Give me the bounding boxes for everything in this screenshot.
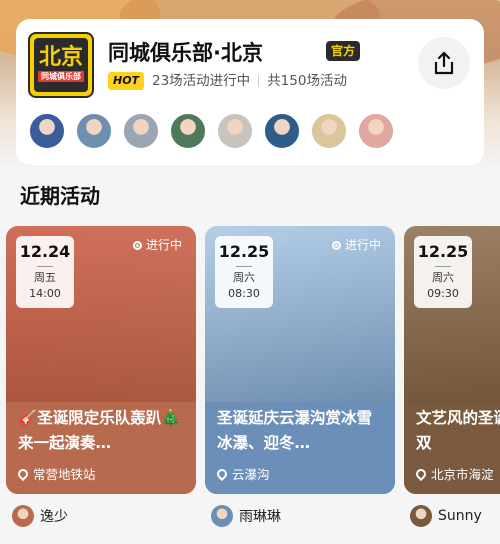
event-status-label: 进行中 (345, 238, 382, 252)
event-title: 圣诞延庆云瀑沟赏冰雪冰瀑、迎冬… (217, 409, 373, 452)
event-title: 🎸圣诞限定乐队轰趴🎄来一起演奏… (18, 409, 181, 452)
member-avatar[interactable] (216, 112, 254, 150)
member-avatar[interactable] (263, 112, 301, 150)
member-avatar[interactable] (122, 112, 160, 150)
total-count: 共150场活动 (267, 73, 347, 89)
official-badge: 官方 (326, 41, 361, 61)
member-avatar[interactable] (169, 112, 207, 150)
logo-text-big: 北京 (38, 44, 83, 70)
event-card[interactable]: 12.25 周六 08:30 进行中圣诞延庆云瀑沟赏冰雪冰瀑、迎冬… 云瀑沟 (205, 226, 395, 494)
event-location-label: 常营地铁站 (33, 467, 96, 482)
logo-text-small: 同城俱乐部 (38, 70, 84, 82)
event-status: 进行中 (332, 237, 381, 253)
location-pin-icon (214, 466, 230, 482)
divider (258, 75, 260, 87)
event-weekday: 周六 (233, 271, 255, 284)
live-dot-icon (332, 241, 341, 250)
event-time: 14:00 (29, 287, 61, 300)
member-avatar[interactable] (357, 112, 395, 150)
event-status-label: 进行中 (146, 238, 183, 252)
event-status: 进行中 (133, 237, 182, 253)
event-card[interactable]: 12.24 周五 14:00 进行中 🎸圣诞限定乐队轰趴🎄来一起演奏… 常营地铁站 (6, 226, 196, 494)
event-carousel[interactable]: 12.24 周五 14:00 进行中 🎸圣诞限定乐队轰趴🎄来一起演奏… 常营地铁站 12.2… (0, 226, 500, 496)
event-location-label: 云瀑沟 (232, 467, 270, 482)
event-organizer[interactable]: 雨琳琳 (211, 505, 281, 529)
event-location: 常营地铁站 (15, 464, 96, 483)
member-avatar[interactable] (310, 112, 348, 150)
organizer-avatar (12, 505, 34, 527)
organizer-name: 雨琳琳 (239, 509, 281, 525)
live-dot-icon (133, 241, 142, 250)
event-weekday: 周六 (432, 271, 454, 284)
ongoing-count: 23场活动进行中 (152, 73, 251, 89)
activity-stats: 23场活动进行中 共150场活动 (152, 72, 347, 90)
event-organizer[interactable]: 逸少 (12, 505, 68, 529)
organizer-avatar (211, 505, 233, 527)
event-date: 12.25 (417, 242, 469, 261)
event-weekday: 周五 (34, 271, 56, 284)
club-title: 同城俱乐部·北京 (108, 41, 263, 65)
event-date-box: 12.25 周六 09:30 (414, 236, 472, 308)
hot-badge: HOT (108, 72, 145, 90)
section-title: 近期活动 (20, 184, 100, 208)
event-location-label: 北京市海淀 (431, 467, 494, 482)
event-organizer[interactable]: Sunny (410, 505, 482, 529)
organizer-name: Sunny (438, 508, 482, 524)
event-title: 文艺风的圣诞清华艺博双 (416, 409, 500, 452)
event-time: 08:30 (228, 287, 260, 300)
event-date: 12.24 (19, 242, 71, 261)
share-icon (434, 51, 454, 75)
location-pin-icon (15, 466, 31, 482)
event-location: 北京市海淀 (413, 464, 494, 483)
organizer-avatar (410, 505, 432, 527)
club-info-card: 北京 同城俱乐部 同城俱乐部·北京 官方 HOT 23场活动进行中 共150场活动 (16, 19, 484, 165)
club-logo[interactable]: 北京 同城俱乐部 (28, 32, 94, 98)
event-date-box: 12.24 周五 14:00 (16, 236, 74, 308)
event-date: 12.25 (218, 242, 270, 261)
member-avatar[interactable] (75, 112, 113, 150)
event-card[interactable]: 12.25 周六 09:30 文艺风的圣诞清华艺博双北京市海淀 (404, 226, 500, 494)
location-pin-icon (413, 466, 429, 482)
share-button[interactable] (418, 37, 470, 89)
event-date-box: 12.25 周六 08:30 (215, 236, 273, 308)
event-time: 09:30 (427, 287, 459, 300)
organizer-name: 逸少 (40, 509, 68, 525)
member-avatar[interactable] (28, 112, 66, 150)
event-location: 云瀑沟 (214, 464, 270, 483)
